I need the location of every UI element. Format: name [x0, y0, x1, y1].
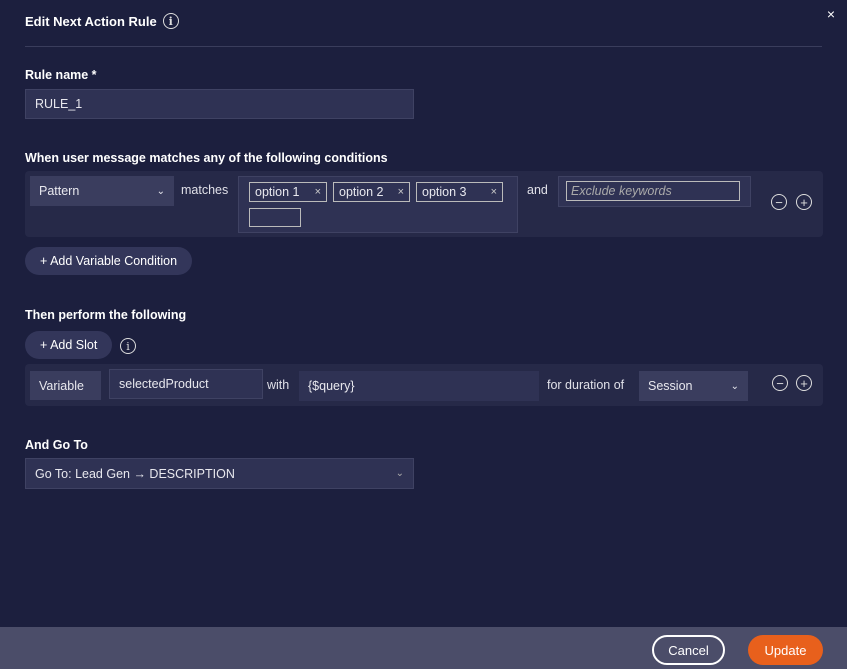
select-value: Go To: Lead Gen → DESCRIPTION: [35, 466, 235, 481]
add-slot-button[interactable]: + Add Slot: [25, 331, 113, 359]
select-value: Session: [648, 379, 693, 393]
and-label: and: [527, 183, 548, 197]
rule-name-label: Rule name *: [25, 68, 97, 82]
chevron-down-icon: ⌄: [730, 380, 739, 392]
remove-slot-icon[interactable]: −: [772, 375, 788, 391]
cancel-button[interactable]: Cancel: [652, 635, 725, 665]
add-slot-icon[interactable]: +: [796, 375, 812, 391]
condition-type-select[interactable]: Pattern ⌄: [30, 176, 174, 206]
new-tag-input[interactable]: [249, 208, 301, 227]
tag-option-3: option 3 ×: [416, 182, 503, 202]
duration-label: for duration of: [547, 378, 625, 392]
slot-name-input[interactable]: selectedProduct: [109, 369, 263, 399]
info-icon[interactable]: i: [120, 338, 136, 354]
chevron-down-icon: ⌄: [156, 185, 165, 197]
rule-name-input[interactable]: RULE_1: [25, 89, 414, 119]
dialog-title: Edit Next Action Rule i: [25, 13, 179, 29]
update-button[interactable]: Update: [748, 635, 823, 665]
conditions-label: When user message matches any of the fol…: [25, 151, 388, 165]
chevron-down-icon: ⌄: [395, 468, 404, 479]
select-value: Pattern: [39, 184, 80, 198]
tag-label: option 2: [339, 185, 384, 199]
info-icon[interactable]: i: [162, 13, 179, 29]
remove-tag-icon[interactable]: ×: [491, 186, 497, 198]
title-text: Edit Next Action Rule: [25, 13, 157, 29]
goto-label: And Go To: [25, 438, 88, 452]
remove-tag-icon[interactable]: ×: [315, 186, 321, 198]
slot-type: Variable: [30, 371, 101, 400]
add-variable-condition-button[interactable]: + Add Variable Condition: [25, 247, 193, 275]
slot-value-input[interactable]: {$query}: [299, 371, 539, 401]
tag-option-2: option 2 ×: [333, 182, 410, 202]
remove-tag-icon[interactable]: ×: [398, 186, 404, 198]
close-icon[interactable]: ×: [827, 6, 835, 22]
tag-label: option 3: [422, 185, 467, 199]
perform-label: Then perform the following: [25, 308, 187, 322]
add-condition-icon[interactable]: +: [796, 194, 812, 210]
matches-label: matches: [181, 183, 229, 197]
tag-option-1: option 1 ×: [249, 182, 327, 202]
remove-condition-icon[interactable]: −: [771, 194, 787, 210]
divider: [25, 46, 822, 47]
with-label: with: [267, 378, 290, 392]
tag-label: option 1: [255, 185, 300, 199]
goto-select[interactable]: Go To: Lead Gen → DESCRIPTION ⌄: [25, 458, 414, 489]
exclude-keywords-input[interactable]: Exclude keywords: [566, 181, 740, 201]
duration-select[interactable]: Session ⌄: [639, 371, 748, 401]
